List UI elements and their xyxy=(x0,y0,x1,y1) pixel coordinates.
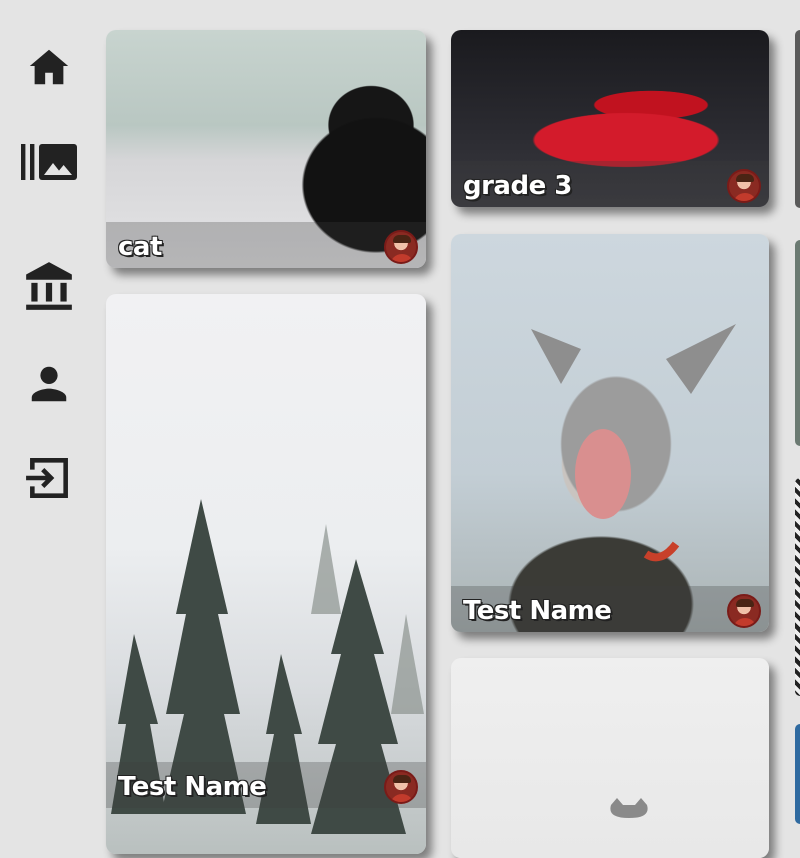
nav-museum[interactable] xyxy=(18,256,80,318)
person-icon xyxy=(31,366,67,402)
card-caption: cat xyxy=(106,222,426,268)
gallery-icon xyxy=(21,144,77,180)
nav-gallery[interactable] xyxy=(18,131,80,193)
avatar[interactable] xyxy=(727,594,761,628)
card-car[interactable]: grade 3 xyxy=(451,30,769,207)
login-icon xyxy=(26,458,68,498)
card-image xyxy=(451,234,769,632)
cat-ears xyxy=(531,324,736,562)
card-title: grade 3 xyxy=(463,171,572,201)
museum-icon xyxy=(26,262,72,310)
card-forest[interactable]: Test Name xyxy=(106,294,426,854)
card-cat[interactable]: cat xyxy=(106,30,426,268)
card-cat-partial[interactable] xyxy=(451,658,769,858)
card-title: Test Name xyxy=(118,772,267,802)
partial-card-edge[interactable] xyxy=(795,724,800,824)
card-image xyxy=(451,658,769,858)
cat-head-hint xyxy=(610,798,648,818)
card-caption: grade 3 xyxy=(451,161,769,207)
home-icon xyxy=(29,49,69,85)
sidebar xyxy=(0,0,100,805)
avatar[interactable] xyxy=(384,770,418,804)
avatar[interactable] xyxy=(384,230,418,264)
card-caption: Test Name xyxy=(106,762,426,808)
partial-card-edge[interactable] xyxy=(795,240,800,446)
partial-card-edge[interactable] xyxy=(795,30,800,208)
avatar[interactable] xyxy=(727,169,761,203)
card-caption: Test Name xyxy=(451,586,769,632)
card-title: Test Name xyxy=(463,596,612,626)
card-title: cat xyxy=(118,232,162,262)
nav-home[interactable] xyxy=(18,36,80,98)
card-tabby[interactable]: Test Name xyxy=(451,234,769,632)
partial-card-edge[interactable] xyxy=(795,478,800,696)
nav-login[interactable] xyxy=(18,447,80,509)
nav-profile[interactable] xyxy=(18,353,80,415)
